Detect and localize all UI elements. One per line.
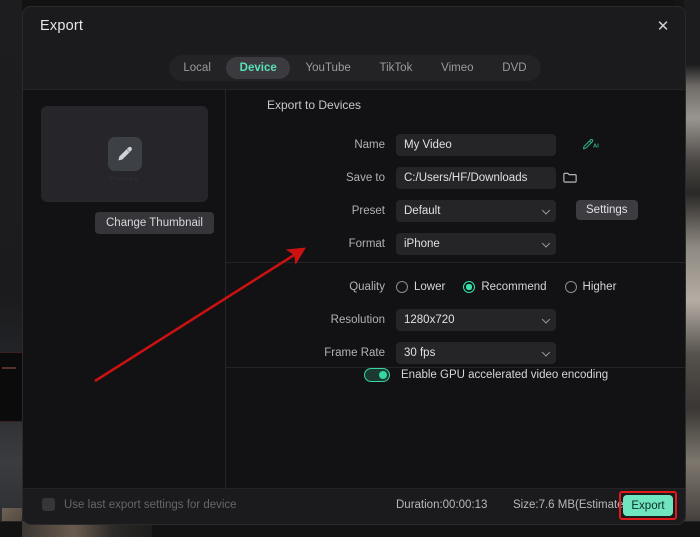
- thumbnail-panel: Preview Change Thumbnail: [23, 90, 225, 490]
- name-input[interactable]: My Video: [396, 134, 556, 156]
- resolution-label: Resolution: [330, 314, 385, 326]
- tab-youtube[interactable]: YouTube: [292, 57, 364, 79]
- field-row-save-to: Save to C:/Users/HF/Downloads: [226, 167, 685, 189]
- checkbox-icon: [42, 498, 55, 511]
- field-row-preset: Preset Default Settings: [226, 200, 685, 222]
- background-timeline-clip: [0, 352, 22, 422]
- screen: Export ✕ Local Device YouTube TikTok Vim…: [0, 0, 700, 537]
- duration-text: Duration:00:00:13: [396, 499, 488, 511]
- quality-option-label: Recommend: [481, 281, 547, 293]
- preset-value: Default: [404, 205, 441, 217]
- frame-rate-select[interactable]: 30 fps: [396, 342, 556, 364]
- use-last-settings-checkbox[interactable]: Use last export settings for device: [42, 498, 237, 511]
- dialog-footer: Use last export settings for device Dura…: [23, 487, 685, 524]
- background-right-preview: [684, 0, 700, 537]
- field-row-name: Name My Video AI: [226, 134, 685, 156]
- frame-rate-label: Frame Rate: [324, 347, 385, 359]
- svg-text:AI: AI: [593, 143, 599, 149]
- settings-button[interactable]: Settings: [576, 200, 638, 220]
- export-dialog: Export ✕ Local Device YouTube TikTok Vim…: [22, 6, 686, 525]
- field-row-format: Format iPhone: [226, 233, 685, 255]
- chevron-down-icon: [541, 239, 551, 248]
- quality-option-recommend[interactable]: Recommend: [463, 281, 547, 293]
- tab-vimeo[interactable]: Vimeo: [428, 57, 487, 79]
- resolution-select[interactable]: 1280x720: [396, 309, 556, 331]
- format-value: iPhone: [404, 238, 440, 250]
- save-to-label: Save to: [346, 172, 385, 184]
- quality-option-lower[interactable]: Lower: [396, 281, 445, 293]
- tab-dvd[interactable]: DVD: [489, 57, 540, 79]
- frame-rate-value: 30 fps: [404, 347, 436, 359]
- form-divider-top: [226, 262, 685, 263]
- radio-icon: [396, 281, 408, 293]
- field-row-frame-rate: Frame Rate 30 fps: [226, 342, 685, 364]
- export-form: Export to Devices Name My Video AI Save …: [226, 90, 685, 490]
- chevron-down-icon: [541, 348, 551, 357]
- field-row-resolution: Resolution 1280x720: [226, 309, 685, 331]
- preset-select[interactable]: Default: [396, 200, 556, 222]
- close-icon[interactable]: ✕: [649, 13, 677, 39]
- quality-option-higher[interactable]: Higher: [564, 281, 617, 293]
- background-left-panel: [0, 0, 22, 537]
- save-to-input[interactable]: C:/Users/HF/Downloads: [396, 167, 556, 189]
- chevron-down-icon: [541, 206, 551, 215]
- quality-option-label: Lower: [414, 281, 446, 293]
- resolution-value: 1280x720: [404, 314, 455, 326]
- gpu-toggle[interactable]: [364, 368, 390, 382]
- quality-label: Quality: [349, 281, 385, 293]
- gpu-toggle-row: Enable GPU accelerated video encoding: [364, 368, 608, 382]
- pencil-edit-icon: [107, 137, 142, 171]
- name-label: Name: [354, 139, 385, 151]
- page-title: Export: [40, 18, 84, 34]
- dialog-content: Preview Change Thumbnail Export to Devic…: [23, 89, 685, 490]
- tab-device[interactable]: Device: [226, 57, 291, 79]
- export-target-tabs: Local Device YouTube TikTok Vimeo DVD: [169, 55, 541, 81]
- ai-pen-icon[interactable]: AI: [578, 134, 602, 156]
- change-thumbnail-button[interactable]: Change Thumbnail: [95, 212, 214, 234]
- radio-selected-icon: [463, 281, 476, 293]
- radio-icon: [564, 281, 577, 293]
- use-last-settings-label: Use last export settings for device: [64, 498, 237, 511]
- format-label: Format: [348, 238, 385, 250]
- tab-local[interactable]: Local: [170, 57, 224, 79]
- field-row-quality: Quality Lower Recommend Higher: [226, 276, 685, 298]
- section-title: Export to Devices: [267, 98, 362, 112]
- dialog-titlebar: Export ✕: [23, 7, 685, 47]
- chevron-down-icon: [541, 315, 551, 324]
- tab-tiktok[interactable]: TikTok: [366, 57, 426, 79]
- quality-option-label: Higher: [582, 281, 617, 293]
- thumbnail-caption: Preview: [110, 176, 139, 183]
- toggle-knob: [379, 370, 387, 379]
- thumbnail-preview[interactable]: Preview: [41, 106, 208, 202]
- export-button-highlight: Export: [619, 491, 677, 520]
- export-button[interactable]: Export: [623, 495, 673, 516]
- size-text: Size:7.6 MB(Estimated): [513, 499, 634, 511]
- folder-icon[interactable]: [563, 171, 681, 189]
- gpu-toggle-label: Enable GPU accelerated video encoding: [401, 369, 609, 381]
- format-select[interactable]: iPhone: [396, 233, 556, 255]
- quality-radio-group: Lower Recommend Higher: [396, 281, 616, 293]
- preset-label: Preset: [351, 205, 385, 217]
